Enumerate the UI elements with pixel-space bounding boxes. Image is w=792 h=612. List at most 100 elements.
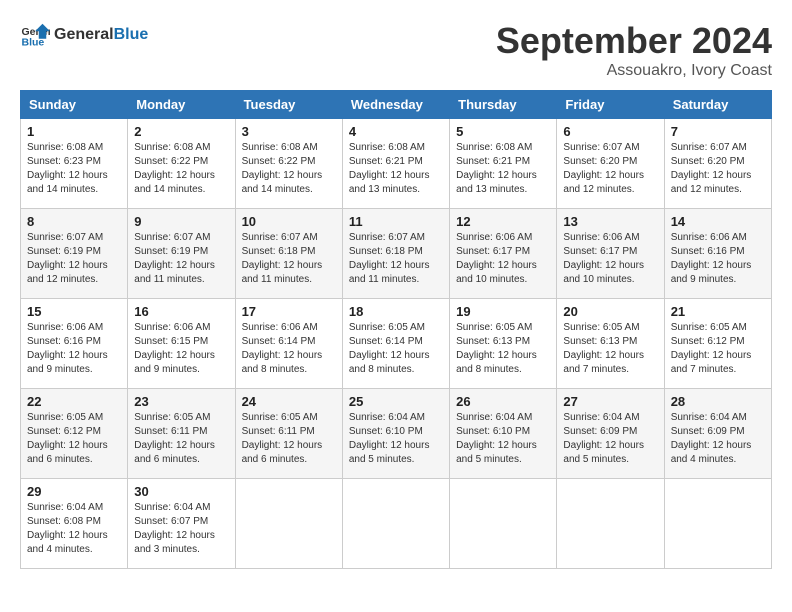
title-block: September 2024 Assouakro, Ivory Coast: [496, 20, 772, 80]
page-header: General Blue GeneralBlue September 2024 …: [20, 20, 772, 80]
month-title: September 2024: [496, 20, 772, 62]
day-info: Sunrise: 6:06 AM Sunset: 6:14 PM Dayligh…: [242, 321, 336, 377]
calendar-cell: 25 Sunrise: 6:04 AM Sunset: 6:10 PM Dayli…: [342, 389, 449, 479]
day-info: Sunrise: 6:04 AM Sunset: 6:10 PM Dayligh…: [456, 411, 550, 467]
calendar-header-sunday: Sunday: [21, 91, 128, 119]
day-info: Sunrise: 6:05 AM Sunset: 6:14 PM Dayligh…: [349, 321, 443, 377]
day-info: Sunrise: 6:06 AM Sunset: 6:16 PM Dayligh…: [671, 231, 765, 287]
day-number: 10: [242, 214, 336, 229]
calendar-cell: 23 Sunrise: 6:05 AM Sunset: 6:11 PM Dayli…: [128, 389, 235, 479]
day-number: 9: [134, 214, 228, 229]
day-number: 26: [456, 394, 550, 409]
calendar-cell: 24 Sunrise: 6:05 AM Sunset: 6:11 PM Dayli…: [235, 389, 342, 479]
day-number: 13: [563, 214, 657, 229]
calendar-cell: [235, 479, 342, 569]
day-number: 22: [27, 394, 121, 409]
day-number: 21: [671, 304, 765, 319]
day-number: 25: [349, 394, 443, 409]
calendar-header-saturday: Saturday: [664, 91, 771, 119]
day-info: Sunrise: 6:06 AM Sunset: 6:17 PM Dayligh…: [456, 231, 550, 287]
calendar-cell: 20Sunrise: 6:05 AM Sunset: 6:13 PM Dayli…: [557, 299, 664, 389]
day-number: 2: [134, 124, 228, 139]
calendar-cell: 1Sunrise: 6:08 AM Sunset: 6:23 PM Daylig…: [21, 119, 128, 209]
calendar-cell: 2 Sunrise: 6:08 AM Sunset: 6:22 PM Daylig…: [128, 119, 235, 209]
day-info: Sunrise: 6:05 AM Sunset: 6:12 PM Dayligh…: [671, 321, 765, 377]
day-number: 14: [671, 214, 765, 229]
day-info: Sunrise: 6:07 AM Sunset: 6:19 PM Dayligh…: [134, 231, 228, 287]
day-number: 3: [242, 124, 336, 139]
day-info: Sunrise: 6:07 AM Sunset: 6:18 PM Dayligh…: [242, 231, 336, 287]
calendar-header-row: SundayMondayTuesdayWednesdayThursdayFrid…: [21, 91, 772, 119]
calendar-cell: 27 Sunrise: 6:04 AM Sunset: 6:09 PM Dayli…: [557, 389, 664, 479]
logo: General Blue GeneralBlue: [20, 20, 148, 50]
day-info: Sunrise: 6:04 AM Sunset: 6:07 PM Dayligh…: [134, 501, 228, 557]
day-info: Sunrise: 6:05 AM Sunset: 6:11 PM Dayligh…: [242, 411, 336, 467]
day-info: Sunrise: 6:04 AM Sunset: 6:09 PM Dayligh…: [563, 411, 657, 467]
calendar-header-tuesday: Tuesday: [235, 91, 342, 119]
day-info: Sunrise: 6:04 AM Sunset: 6:09 PM Dayligh…: [671, 411, 765, 467]
day-number: 8: [27, 214, 121, 229]
calendar-cell: 9 Sunrise: 6:07 AM Sunset: 6:19 PM Daylig…: [128, 209, 235, 299]
calendar-cell: 15 Sunrise: 6:06 AM Sunset: 6:16 PM Dayli…: [21, 299, 128, 389]
calendar-cell: 29Sunrise: 6:04 AM Sunset: 6:08 PM Dayli…: [21, 479, 128, 569]
day-number: 27: [563, 394, 657, 409]
day-info: Sunrise: 6:07 AM Sunset: 6:19 PM Dayligh…: [27, 231, 121, 287]
calendar-cell: [664, 479, 771, 569]
calendar-cell: 18 Sunrise: 6:05 AM Sunset: 6:14 PM Dayli…: [342, 299, 449, 389]
day-info: Sunrise: 6:07 AM Sunset: 6:20 PM Dayligh…: [671, 141, 765, 197]
day-number: 16: [134, 304, 228, 319]
logo-icon: General Blue: [20, 20, 50, 50]
day-number: 24: [242, 394, 336, 409]
calendar-cell: 6 Sunrise: 6:07 AM Sunset: 6:20 PM Daylig…: [557, 119, 664, 209]
day-number: 15: [27, 304, 121, 319]
day-info: Sunrise: 6:06 AM Sunset: 6:15 PM Dayligh…: [134, 321, 228, 377]
day-info: Sunrise: 6:07 AM Sunset: 6:18 PM Dayligh…: [349, 231, 443, 287]
calendar-cell: 21 Sunrise: 6:05 AM Sunset: 6:12 PM Dayli…: [664, 299, 771, 389]
calendar-cell: 22 Sunrise: 6:05 AM Sunset: 6:12 PM Dayli…: [21, 389, 128, 479]
day-number: 20: [563, 304, 657, 319]
day-number: 17: [242, 304, 336, 319]
day-number: 18: [349, 304, 443, 319]
day-info: Sunrise: 6:05 AM Sunset: 6:11 PM Dayligh…: [134, 411, 228, 467]
calendar-table: SundayMondayTuesdayWednesdayThursdayFrid…: [20, 90, 772, 569]
calendar-cell: [450, 479, 557, 569]
calendar-cell: 5 Sunrise: 6:08 AM Sunset: 6:21 PM Daylig…: [450, 119, 557, 209]
calendar-week-row: 8 Sunrise: 6:07 AM Sunset: 6:19 PM Daylig…: [21, 209, 772, 299]
calendar-cell: 13 Sunrise: 6:06 AM Sunset: 6:17 PM Dayli…: [557, 209, 664, 299]
calendar-cell: 17 Sunrise: 6:06 AM Sunset: 6:14 PM Dayli…: [235, 299, 342, 389]
day-info: Sunrise: 6:04 AM Sunset: 6:10 PM Dayligh…: [349, 411, 443, 467]
day-info: Sunrise: 6:06 AM Sunset: 6:17 PM Dayligh…: [563, 231, 657, 287]
calendar-header-wednesday: Wednesday: [342, 91, 449, 119]
location-subtitle: Assouakro, Ivory Coast: [496, 62, 772, 80]
day-number: 6: [563, 124, 657, 139]
day-info: Sunrise: 6:08 AM Sunset: 6:22 PM Dayligh…: [242, 141, 336, 197]
calendar-cell: 28 Sunrise: 6:04 AM Sunset: 6:09 PM Dayli…: [664, 389, 771, 479]
calendar-cell: 30 Sunrise: 6:04 AM Sunset: 6:07 PM Dayli…: [128, 479, 235, 569]
calendar-cell: 8 Sunrise: 6:07 AM Sunset: 6:19 PM Daylig…: [21, 209, 128, 299]
calendar-header-thursday: Thursday: [450, 91, 557, 119]
day-number: 23: [134, 394, 228, 409]
calendar-week-row: 29Sunrise: 6:04 AM Sunset: 6:08 PM Dayli…: [21, 479, 772, 569]
calendar-cell: 26 Sunrise: 6:04 AM Sunset: 6:10 PM Dayli…: [450, 389, 557, 479]
day-number: 28: [671, 394, 765, 409]
day-number: 11: [349, 214, 443, 229]
calendar-cell: 16 Sunrise: 6:06 AM Sunset: 6:15 PM Dayli…: [128, 299, 235, 389]
day-number: 29: [27, 484, 121, 499]
day-number: 1: [27, 124, 121, 139]
calendar-cell: 4Sunrise: 6:08 AM Sunset: 6:21 PM Daylig…: [342, 119, 449, 209]
calendar-week-row: 22 Sunrise: 6:05 AM Sunset: 6:12 PM Dayli…: [21, 389, 772, 479]
day-number: 19: [456, 304, 550, 319]
day-number: 30: [134, 484, 228, 499]
calendar-cell: 3 Sunrise: 6:08 AM Sunset: 6:22 PM Daylig…: [235, 119, 342, 209]
day-info: Sunrise: 6:07 AM Sunset: 6:20 PM Dayligh…: [563, 141, 657, 197]
day-info: Sunrise: 6:08 AM Sunset: 6:21 PM Dayligh…: [456, 141, 550, 197]
day-info: Sunrise: 6:06 AM Sunset: 6:16 PM Dayligh…: [27, 321, 121, 377]
day-info: Sunrise: 6:05 AM Sunset: 6:13 PM Dayligh…: [456, 321, 550, 377]
day-number: 5: [456, 124, 550, 139]
day-info: Sunrise: 6:08 AM Sunset: 6:21 PM Dayligh…: [349, 141, 443, 197]
calendar-cell: [557, 479, 664, 569]
calendar-week-row: 15 Sunrise: 6:06 AM Sunset: 6:16 PM Dayli…: [21, 299, 772, 389]
day-info: Sunrise: 6:05 AM Sunset: 6:12 PM Dayligh…: [27, 411, 121, 467]
day-info: Sunrise: 6:08 AM Sunset: 6:22 PM Dayligh…: [134, 141, 228, 197]
day-number: 12: [456, 214, 550, 229]
